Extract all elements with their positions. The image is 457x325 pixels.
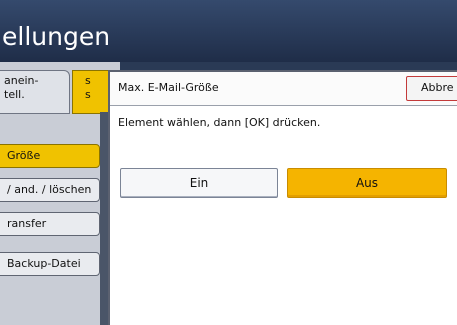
screen: ellungen anein- tell. s s Größe / and. /… [0, 0, 457, 325]
menu-item-email-size[interactable]: Größe [0, 144, 100, 168]
option-off-button[interactable]: Aus [287, 168, 447, 198]
dialog-header: Max. E-Mail-Größe [110, 72, 457, 106]
dialog-title: Max. E-Mail-Größe [118, 81, 219, 94]
instruction-text: Element wählen, dann [OK] drücken. [118, 116, 321, 129]
menu-item-transfer[interactable]: ransfer [0, 212, 100, 236]
dialog: Max. E-Mail-Größe Abbre Element wählen, … [108, 70, 457, 325]
option-on-button[interactable]: Ein [120, 168, 278, 198]
panel-divider [100, 112, 108, 325]
tab-settings[interactable]: anein- tell. [0, 70, 70, 114]
cancel-button[interactable]: Abbre [406, 76, 457, 101]
page-title: ellungen [2, 22, 111, 51]
menu-item-backup-file[interactable]: Backup-Datei [0, 252, 100, 276]
menu-item-add-change-delete[interactable]: / and. / löschen [0, 178, 100, 202]
title-bar: ellungen [0, 0, 457, 62]
